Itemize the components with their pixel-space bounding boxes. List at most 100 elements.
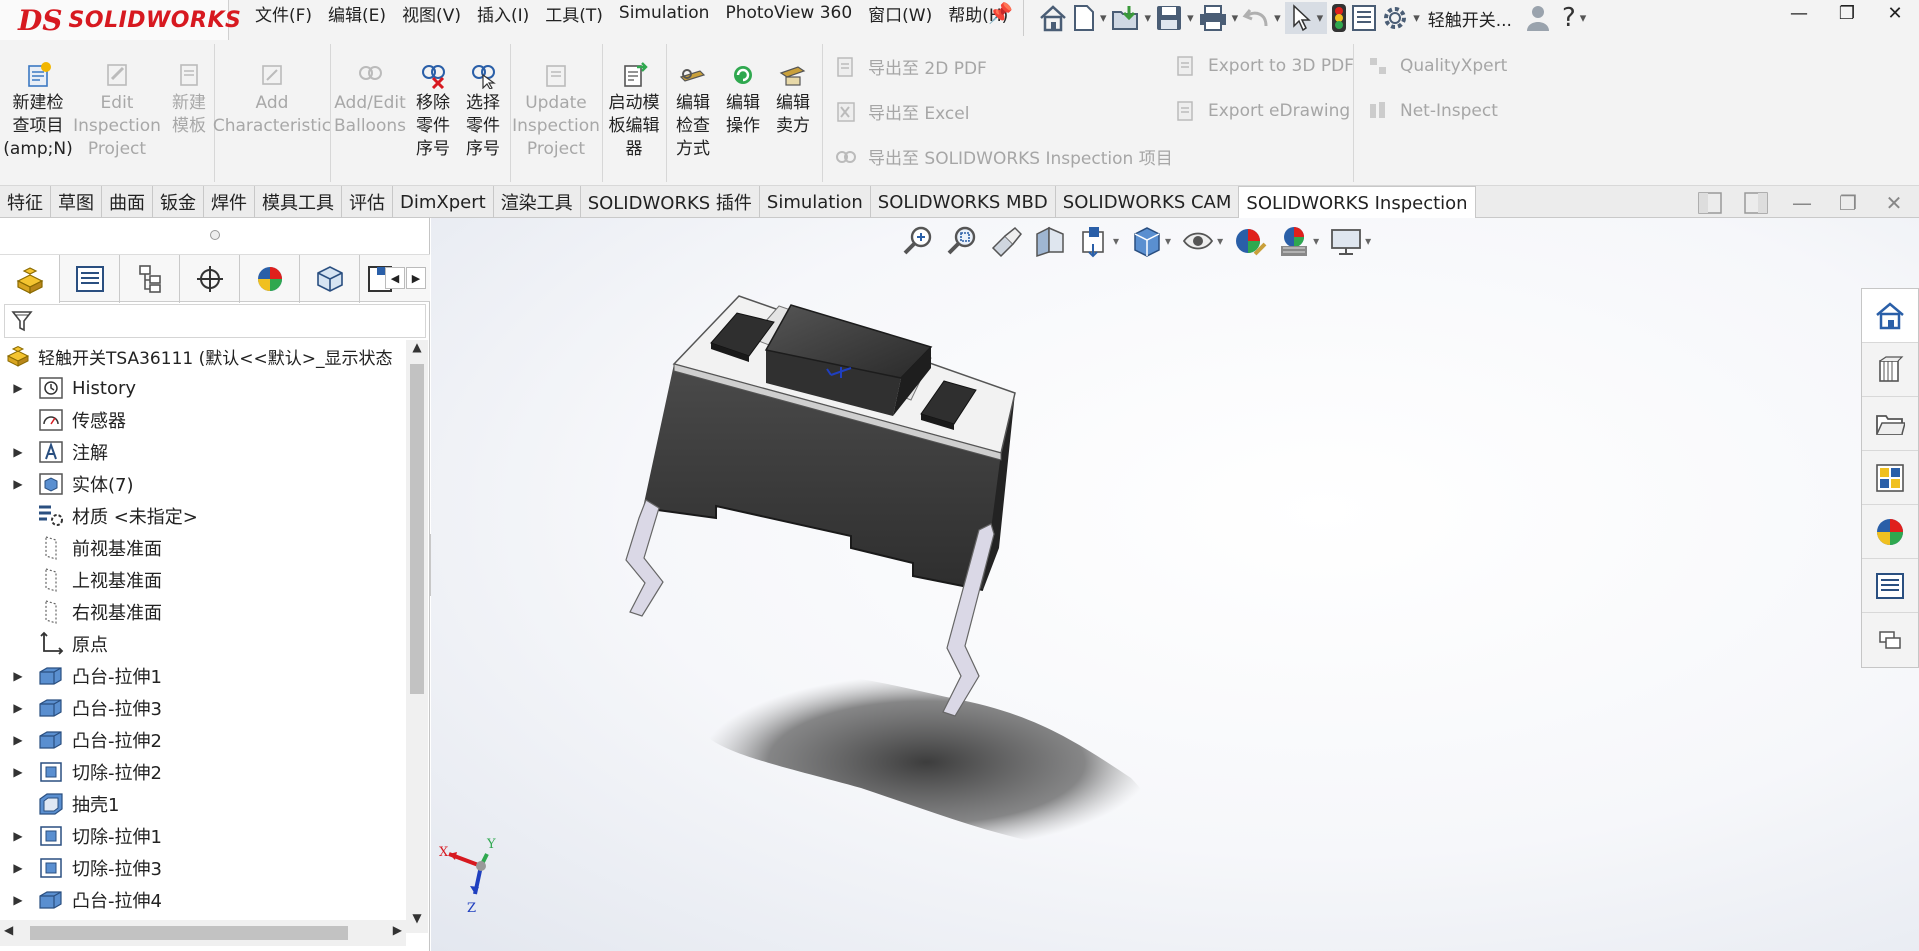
- menu-file[interactable]: 文件(F): [247, 1, 320, 26]
- tab-render-tools[interactable]: 渲染工具: [494, 186, 581, 218]
- expand-arrow-icon[interactable]: ▶: [0, 829, 36, 843]
- select-balloon-button[interactable]: 选择 零件 序号: [460, 60, 506, 161]
- edit-inspection-project-button[interactable]: Edit Inspection Project: [73, 60, 161, 161]
- pin-menu-icon[interactable]: 📌: [988, 1, 1013, 25]
- export-2d-pdf-button[interactable]: 导出至 2D PDF: [834, 54, 987, 79]
- open-document-icon[interactable]: [1111, 2, 1152, 34]
- tab-solidworks-cam[interactable]: SOLIDWORKS CAM: [1056, 186, 1240, 218]
- property-manager-tab-icon[interactable]: [60, 255, 120, 303]
- tab-sheet-metal[interactable]: 钣金: [153, 186, 204, 218]
- expand-arrow-icon[interactable]: ▶: [0, 445, 36, 459]
- solidworks-resources-icon[interactable]: [1862, 289, 1918, 343]
- doc-close-icon[interactable]: ✕: [1881, 190, 1907, 216]
- home-icon[interactable]: [1038, 2, 1068, 34]
- tree-node-front-plane[interactable]: 前视基准面: [0, 532, 405, 564]
- net-inspect-button[interactable]: Net-Inspect: [1366, 99, 1498, 123]
- expand-arrow-icon[interactable]: ▶: [0, 893, 36, 907]
- scroll-up-icon[interactable]: ▲: [406, 340, 428, 362]
- expand-arrow-icon[interactable]: ▶: [0, 701, 36, 715]
- display-manager-tab-icon[interactable]: [240, 255, 300, 303]
- select-pointer-icon[interactable]: [1284, 2, 1328, 34]
- tab-dimxpert[interactable]: DimXpert: [393, 186, 494, 218]
- expand-arrow-icon[interactable]: ▶: [0, 861, 36, 875]
- expand-arrow-icon[interactable]: ▶: [0, 381, 36, 395]
- appearances-scenes-icon[interactable]: [1862, 505, 1918, 559]
- doc-restore-icon[interactable]: ❐: [1835, 190, 1861, 216]
- rebuild-traffic-light-icon[interactable]: [1331, 2, 1347, 34]
- design-library-icon[interactable]: [1862, 343, 1918, 397]
- remove-balloon-button[interactable]: 移除 零件 序号: [410, 60, 456, 161]
- tree-vertical-scrollbar[interactable]: ▲ ▼: [406, 340, 428, 933]
- tab-solidworks-mbd[interactable]: SOLIDWORKS MBD: [871, 186, 1056, 218]
- tab-solidworks-inspection[interactable]: SOLIDWORKS Inspection: [1239, 186, 1476, 219]
- tree-node-cut-extrude2[interactable]: ▶ 切除-拉伸2: [0, 756, 405, 788]
- tree-node-shell1[interactable]: 抽壳1: [0, 788, 405, 820]
- qualityxpert-button[interactable]: QualityXpert: [1366, 54, 1507, 78]
- doc-minimize-icon[interactable]: —: [1789, 190, 1815, 216]
- restore-icon[interactable]: ❐: [1823, 0, 1871, 26]
- tab-simulation[interactable]: Simulation: [760, 186, 871, 218]
- tree-node-annotations[interactable]: ▶ 注解: [0, 436, 405, 468]
- tactile-switch-model[interactable]: [431, 218, 1919, 951]
- tree-node-cut-extrude1[interactable]: ▶ 切除-拉伸1: [0, 820, 405, 852]
- edit-inspection-method-button[interactable]: 编辑 检查 方式: [670, 60, 716, 161]
- undo-icon[interactable]: [1242, 2, 1281, 34]
- edit-operation-button[interactable]: 编辑 操作: [720, 60, 766, 138]
- menu-view[interactable]: 视图(V): [394, 1, 469, 26]
- panel-split-grip[interactable]: [210, 230, 220, 240]
- custom-properties-icon[interactable]: [1862, 559, 1918, 613]
- scroll-left-icon[interactable]: ◀: [4, 923, 13, 937]
- expand-arrow-icon[interactable]: ▶: [0, 765, 36, 779]
- options-gear-icon[interactable]: [1381, 2, 1420, 34]
- configuration-manager-tab-icon[interactable]: [120, 255, 180, 303]
- tree-horizontal-scrollbar[interactable]: ◀ ▶: [0, 920, 406, 946]
- tab-mold-tools[interactable]: 模具工具: [255, 186, 342, 218]
- tab-features[interactable]: 特征: [0, 186, 51, 218]
- tile-right-icon[interactable]: [1743, 190, 1769, 216]
- feature-tree-filter[interactable]: [4, 304, 426, 338]
- tree-node-cut-extrude3[interactable]: ▶ 切除-拉伸3: [0, 852, 405, 884]
- tree-node-top-plane[interactable]: 上视基准面: [0, 564, 405, 596]
- part-root-node[interactable]: 轻触开关TSA36111 (默认<<默认>_显示状态: [0, 340, 405, 372]
- minimize-icon[interactable]: —: [1775, 0, 1823, 26]
- graphics-area[interactable]: X Y Z: [431, 218, 1919, 951]
- inspection-manager-tab-icon[interactable]: [300, 255, 360, 303]
- tree-node-solid-bodies[interactable]: ▶ 实体(7): [0, 468, 405, 500]
- tree-node-boss-extrude2[interactable]: ▶ 凸台-拉伸2: [0, 724, 405, 756]
- view-palette-icon[interactable]: [1862, 451, 1918, 505]
- user-account-icon[interactable]: [1526, 2, 1550, 34]
- tree-node-boss-extrude3[interactable]: ▶ 凸台-拉伸3: [0, 692, 405, 724]
- scroll-thumb[interactable]: [410, 364, 424, 694]
- menu-window[interactable]: 窗口(W): [860, 1, 940, 26]
- tile-left-icon[interactable]: [1697, 190, 1723, 216]
- tab-surfaces[interactable]: 曲面: [102, 186, 153, 218]
- update-inspection-project-button[interactable]: Update Inspection Project: [512, 60, 600, 161]
- tree-node-sensors[interactable]: 传感器: [0, 404, 405, 436]
- tree-node-origin[interactable]: 原点: [0, 628, 405, 660]
- menu-tools[interactable]: 工具(T): [537, 1, 611, 26]
- scroll-right-icon[interactable]: ▶: [393, 923, 402, 937]
- export-3d-pdf-button[interactable]: Export to 3D PDF: [1174, 54, 1354, 78]
- menu-photoview[interactable]: PhotoView 360: [717, 3, 860, 23]
- new-document-icon[interactable]: [1072, 2, 1107, 34]
- export-excel-button[interactable]: 导出至 Excel: [834, 99, 969, 124]
- scroll-down-icon[interactable]: ▼: [406, 911, 428, 933]
- file-properties-icon[interactable]: [1351, 2, 1377, 34]
- file-explorer-icon[interactable]: [1862, 397, 1918, 451]
- menu-edit[interactable]: 编辑(E): [320, 1, 394, 26]
- dimxpert-manager-tab-icon[interactable]: [180, 255, 240, 303]
- add-characteristic-button[interactable]: Add Characteristic: [213, 60, 331, 138]
- expand-arrow-icon[interactable]: ▶: [0, 477, 36, 491]
- tab-weldments[interactable]: 焊件: [204, 186, 255, 218]
- tab-solidworks-addins[interactable]: SOLIDWORKS 插件: [581, 186, 760, 218]
- close-icon[interactable]: ✕: [1871, 0, 1919, 26]
- tree-node-material[interactable]: 材质 <未指定>: [0, 500, 405, 532]
- new-template-button[interactable]: 新建 模板: [166, 60, 212, 138]
- expand-arrow-icon[interactable]: ▶: [0, 669, 36, 683]
- tab-scroll-right-icon[interactable]: ▶: [406, 267, 426, 289]
- menu-insert[interactable]: 插入(I): [469, 1, 537, 26]
- tab-evaluate[interactable]: 评估: [342, 186, 393, 218]
- tab-sketch[interactable]: 草图: [51, 186, 102, 218]
- export-edrawing-button[interactable]: Export eDrawing: [1174, 99, 1350, 123]
- tab-scroll-left-icon[interactable]: ◀: [385, 267, 405, 289]
